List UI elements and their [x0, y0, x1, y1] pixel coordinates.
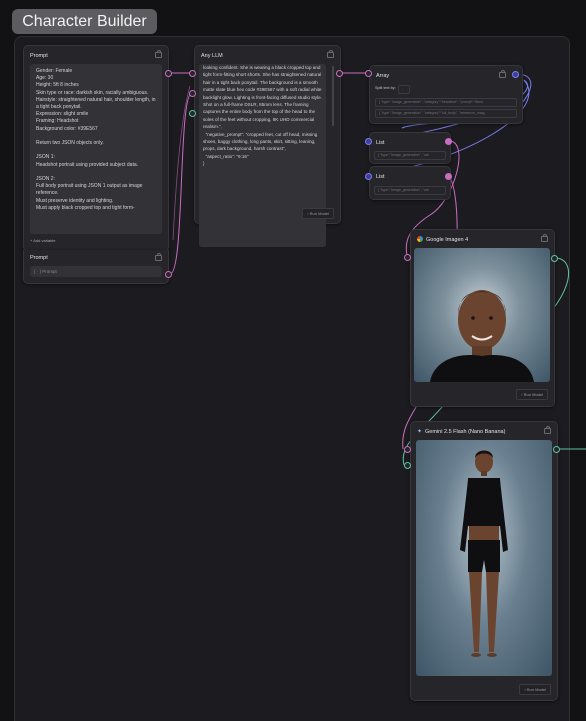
run-model-button[interactable]: › Run Model — [302, 208, 334, 219]
prompt-node-title: Prompt — [30, 53, 48, 59]
llm-input-port-3[interactable] — [189, 110, 196, 117]
lock-icon[interactable] — [499, 70, 506, 78]
prompt-node-2[interactable]: Prompt { · } Prompt — [23, 250, 169, 284]
llm-input-port[interactable] — [189, 70, 196, 77]
imagen-prompt-port[interactable] — [404, 254, 411, 261]
array-item-2[interactable]: { "type":"image_generation", "category":… — [375, 109, 517, 118]
list-1-value[interactable]: { "type":"image_generation", "cat — [374, 151, 446, 160]
run-label: Run Model — [526, 687, 546, 692]
add-variable-label: Add variable — [33, 238, 56, 243]
lock-icon[interactable] — [155, 253, 162, 261]
prompt-output-port[interactable] — [165, 70, 172, 77]
lock-icon[interactable] — [544, 426, 551, 434]
list-2-input-port[interactable] — [365, 173, 372, 180]
full-body-portrait-graphic — [460, 450, 508, 657]
run-label: Run Model — [523, 392, 543, 397]
list-node-2[interactable]: List { "type":"image_generation", "cat — [369, 166, 451, 200]
imagen-title-text: Google Imagen 4 — [426, 237, 469, 243]
gemini-node-title: ✦ Gemini 2.5 Flash (Nano Banana) — [417, 426, 551, 438]
array-input-port[interactable] — [365, 70, 372, 77]
workflow-title[interactable]: Character Builder — [12, 9, 157, 34]
gemini-sparkle-icon: ✦ — [417, 429, 423, 435]
run-model-button[interactable]: › Run Model — [516, 389, 548, 400]
google-icon — [417, 236, 423, 242]
gemini-prompt-port[interactable] — [404, 446, 411, 453]
array-item-1[interactable]: { "type":"image_generation", "category":… — [375, 98, 517, 107]
imagen-node-title: Google Imagen 4 — [417, 234, 548, 246]
gemini-image-port[interactable] — [404, 462, 411, 469]
llm-node[interactable]: Any LLM looking confident. She is wearin… — [194, 45, 341, 247]
lock-icon[interactable] — [541, 234, 548, 242]
imagen-node[interactable]: Google Imagen 4 › Run Model — [410, 229, 555, 407]
plus-icon: + — [30, 238, 33, 243]
list-node-1[interactable]: List { "type":"image_generation", "cat — [369, 132, 451, 164]
headshot-image[interactable] — [414, 248, 550, 382]
list-2-title: List — [376, 174, 385, 180]
array-node[interactable]: Array Split text by: , { "type":"image_g… — [369, 65, 523, 124]
llm-node-title: Any LLM — [201, 53, 223, 59]
add-variable-button[interactable]: + Add variable — [30, 238, 55, 243]
llm-output-port[interactable] — [336, 70, 343, 77]
list-2-output-port[interactable] — [445, 173, 452, 180]
imagen-output-port[interactable] — [551, 255, 558, 262]
llm-input-port-2[interactable] — [189, 90, 196, 97]
split-delimiter-input[interactable]: , — [398, 85, 410, 94]
gemini-output-port[interactable] — [553, 446, 560, 453]
prompt-textarea[interactable]: Gender: Female Age: 30 Height: 5ft 8 inc… — [30, 64, 162, 234]
list-1-output-port[interactable] — [445, 138, 452, 145]
headshot-portrait-graphic — [430, 290, 534, 382]
prompt-2-input[interactable]: { · } Prompt — [30, 266, 162, 277]
list-1-title: List — [376, 140, 385, 146]
llm-output-text: looking confident. She is wearing a blac… — [199, 64, 326, 247]
prompt-2-output-port[interactable] — [165, 271, 172, 278]
run-label: Run Model — [309, 211, 329, 216]
lock-icon[interactable] — [327, 50, 334, 58]
array-node-title: Array — [376, 73, 390, 79]
array-output-port[interactable] — [512, 71, 519, 78]
gemini-node[interactable]: ✦ Gemini 2.5 Flash (Nano Banana) › Run Mo… — [410, 421, 558, 701]
full-body-image[interactable] — [416, 440, 552, 676]
prompt-node[interactable]: Prompt Gender: Female Age: 30 Height: 5f… — [23, 45, 169, 252]
prompt-node-2-title: Prompt — [30, 255, 48, 261]
list-2-value[interactable]: { "type":"image_generation", "cat — [374, 186, 446, 195]
gemini-title-text: Gemini 2.5 Flash (Nano Banana) — [425, 429, 506, 435]
lock-icon[interactable] — [155, 50, 162, 58]
run-model-button[interactable]: › Run Model — [519, 684, 551, 695]
list-1-input-port[interactable] — [365, 138, 372, 145]
split-label: Split text by: — [375, 86, 396, 90]
scrollbar[interactable] — [332, 66, 334, 126]
